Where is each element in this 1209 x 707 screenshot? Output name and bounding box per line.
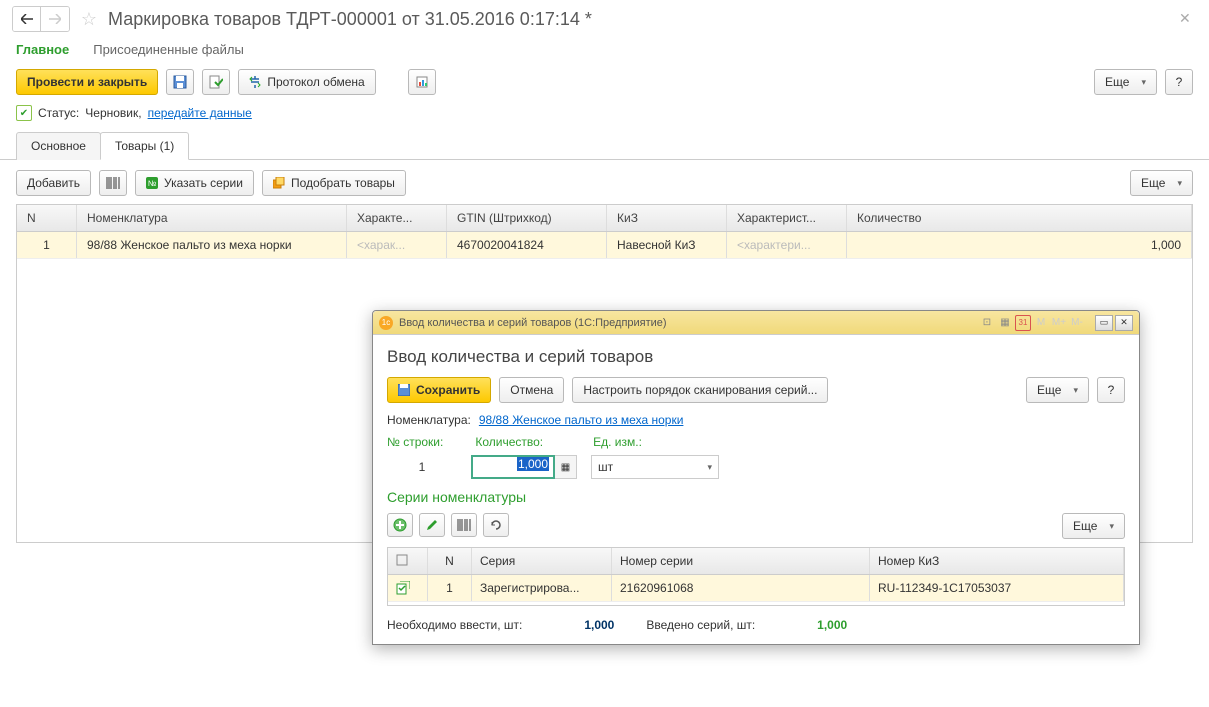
cell-n: 1 (17, 232, 77, 258)
barcode-series-button[interactable] (451, 513, 477, 537)
status-check-icon: ✔ (16, 105, 32, 121)
sth-icon[interactable] (388, 548, 428, 574)
dialog-heading: Ввод количества и серий товаров (387, 347, 1125, 367)
sth-n[interactable]: N (428, 548, 472, 574)
series-cell-kiz: RU-112349-1С17053037 (870, 575, 1124, 601)
nomenclature-link[interactable]: 98/88 Женское пальто из меха норки (479, 413, 684, 427)
unit-select[interactable]: шт ▾ (591, 455, 719, 479)
close-dialog-button[interactable]: ✕ (1115, 315, 1133, 331)
save-icon-button[interactable] (166, 69, 194, 95)
series-table: N Серия Номер серии Номер КиЗ 1 Зарегист… (387, 547, 1125, 606)
cell-nomenclature: 98/88 Женское пальто из меха норки (77, 232, 347, 258)
calc-icon[interactable]: ▦ (997, 315, 1013, 331)
favorite-star-icon[interactable]: ☆ (78, 8, 100, 30)
entered-label: Введено серий, шт: (646, 618, 755, 632)
edit-series-button[interactable] (419, 513, 445, 537)
th-gtin[interactable]: GTIN (Штрихкод) (447, 205, 607, 231)
svg-text:№: № (148, 179, 157, 188)
mplus-icon: M+ (1051, 315, 1067, 331)
unit-label: Ед. изм.: (593, 435, 642, 449)
minimize-button[interactable]: ▭ (1095, 315, 1113, 331)
m-icon: M (1033, 315, 1049, 331)
close-icon[interactable]: ✕ (1179, 10, 1197, 28)
save-button[interactable]: Сохранить (387, 377, 491, 403)
cell-kiz: Навесной КиЗ (607, 232, 727, 258)
pin-icon[interactable]: ⊡ (979, 315, 995, 331)
series-cell-n: 1 (428, 575, 472, 601)
pick-goods-label: Подобрать товары (291, 176, 395, 190)
protocol-button[interactable]: Протокол обмена (238, 69, 375, 95)
entered-value: 1,000 (761, 618, 847, 632)
goods-more-button[interactable]: Еще (1130, 170, 1193, 196)
th-characteristic[interactable]: Характе... (347, 205, 447, 231)
series-cell-series: Зарегистрирова... (472, 575, 612, 601)
dialog-help-button[interactable]: ? (1097, 377, 1125, 403)
sth-kiz-number[interactable]: Номер КиЗ (870, 548, 1124, 574)
scan-order-button[interactable]: Настроить порядок сканирования серий... (572, 377, 828, 403)
quantity-input[interactable]: 1,000 (471, 455, 555, 479)
cancel-button[interactable]: Отмена (499, 377, 564, 403)
need-value: 1,000 (528, 618, 614, 632)
series-section-heading: Серии номенклатуры (387, 489, 1125, 505)
add-button[interactable]: Добавить (16, 170, 91, 196)
need-label: Необходимо ввести, шт: (387, 618, 522, 632)
dialog-more-button[interactable]: Еще (1026, 377, 1089, 403)
forward-button[interactable] (41, 7, 69, 31)
tab-main[interactable]: Главное (16, 42, 69, 57)
tab-attached-files[interactable]: Присоединенные файлы (93, 42, 244, 57)
report-icon-button[interactable] (408, 69, 436, 95)
specify-series-button[interactable]: № Указать серии (135, 170, 254, 196)
status-label: Статус: (38, 106, 79, 120)
chevron-down-icon: ▾ (707, 462, 712, 473)
status-value: Черновик, (85, 106, 141, 120)
series-cell-number: 21620961068 (612, 575, 870, 601)
calculator-button[interactable]: ▦ (555, 455, 577, 479)
sub-tab-goods[interactable]: Товары (1) (100, 132, 189, 160)
cell-gtin: 4670020041824 (447, 232, 607, 258)
refresh-series-button[interactable] (483, 513, 509, 537)
mminus-icon: M- (1069, 315, 1085, 331)
series-more-button[interactable]: Еще (1062, 513, 1125, 539)
pick-goods-button[interactable]: Подобрать товары (262, 170, 406, 196)
row-no-label: № строки: (387, 435, 443, 449)
post-icon-button[interactable] (202, 69, 230, 95)
app-icon: 1c (379, 316, 393, 330)
more-button[interactable]: Еще (1094, 69, 1157, 95)
post-and-close-button[interactable]: Провести и закрыть (16, 69, 158, 95)
sth-series-number[interactable]: Номер серии (612, 548, 870, 574)
save-label: Сохранить (416, 383, 480, 397)
specify-series-label: Указать серии (164, 176, 243, 190)
cell-char2: <характери... (727, 232, 847, 258)
th-nomenclature[interactable]: Номенклатура (77, 205, 347, 231)
unit-value: шт (598, 460, 613, 474)
back-button[interactable] (13, 7, 41, 31)
qty-label: Количество: (475, 435, 543, 449)
sth-series[interactable]: Серия (472, 548, 612, 574)
th-quantity[interactable]: Количество (847, 205, 1192, 231)
cell-qty: 1,000 (847, 232, 1192, 258)
quantity-series-dialog: 1c Ввод количества и серий товаров (1С:П… (372, 310, 1140, 645)
series-row[interactable]: 1 Зарегистрирова... 21620961068 RU-11234… (388, 575, 1124, 602)
th-kiz[interactable]: КиЗ (607, 205, 727, 231)
row-no-value: 1 (387, 460, 457, 474)
th-characteristic2[interactable]: Характерист... (727, 205, 847, 231)
page-title: Маркировка товаров ТДРТ-000001 от 31.05.… (108, 9, 1171, 30)
dialog-titlebar-text: Ввод количества и серий товаров (1С:Пред… (399, 317, 973, 329)
table-row[interactable]: 1 98/88 Женское пальто из меха норки <ха… (17, 232, 1192, 259)
cell-char: <харак... (347, 232, 447, 258)
calendar-icon[interactable]: 31 (1015, 315, 1031, 331)
add-series-button[interactable] (387, 513, 413, 537)
nomenclature-label: Номенклатура: (387, 413, 471, 427)
sub-tab-main[interactable]: Основное (16, 132, 101, 160)
th-n[interactable]: N (17, 205, 77, 231)
status-action-link[interactable]: передайте данные (148, 106, 252, 120)
series-row-icon (388, 575, 428, 601)
barcode-icon-button[interactable] (99, 170, 127, 196)
protocol-label: Протокол обмена (267, 75, 364, 89)
help-button[interactable]: ? (1165, 69, 1193, 95)
